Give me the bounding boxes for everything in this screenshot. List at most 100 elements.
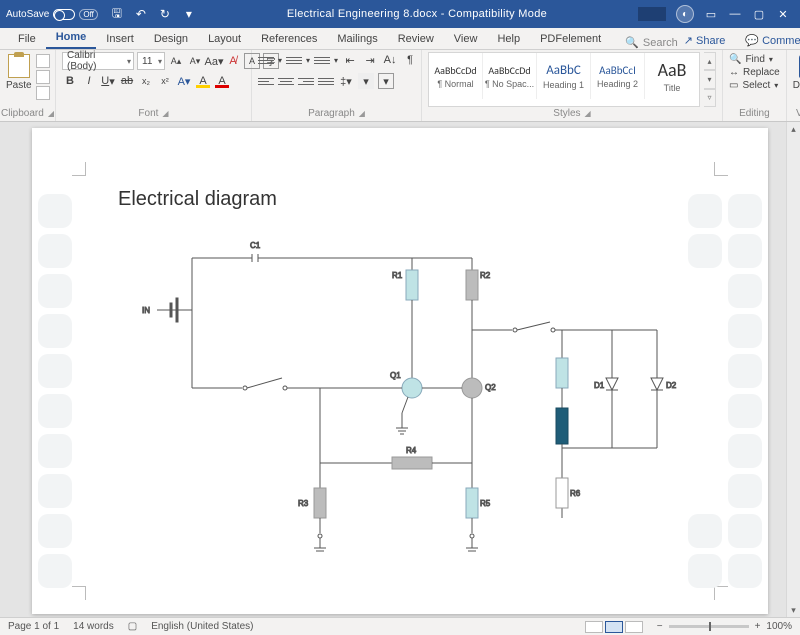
tab-file[interactable]: File xyxy=(8,29,46,49)
zoom-in-icon[interactable]: + xyxy=(755,621,761,632)
align-center-icon[interactable] xyxy=(278,74,294,88)
show-marks-icon[interactable]: ¶ xyxy=(402,52,418,68)
decrease-indent-icon[interactable]: ⇤ xyxy=(342,52,358,68)
dialog-launcher-icon[interactable]: ◢ xyxy=(585,109,591,118)
superscript-button[interactable]: x² xyxy=(157,73,173,89)
subscript-button[interactable]: x₂ xyxy=(138,73,154,89)
underline-button[interactable]: U▾ xyxy=(100,73,116,89)
tab-home[interactable]: Home xyxy=(46,27,97,49)
cut-icon[interactable] xyxy=(36,54,50,68)
scroll-up-icon[interactable]: ▴ xyxy=(787,122,800,136)
dialog-launcher-icon[interactable]: ◢ xyxy=(48,109,54,118)
tab-review[interactable]: Review xyxy=(388,29,444,49)
style-title[interactable]: AaBTitle xyxy=(645,53,699,99)
redo-icon[interactable]: ↻ xyxy=(158,7,172,21)
zoom-out-icon[interactable]: − xyxy=(657,621,663,632)
bold-button[interactable]: B xyxy=(62,73,78,89)
tab-view[interactable]: View xyxy=(444,29,488,49)
sort-icon[interactable]: A↓ xyxy=(382,52,398,68)
status-bar: Page 1 of 1 14 words ▢ English (United S… xyxy=(0,617,800,635)
autosave-toggle[interactable]: AutoSave Off xyxy=(6,9,98,20)
select-button[interactable]: ▭Select▾ xyxy=(729,80,780,91)
font-color-icon[interactable]: A xyxy=(214,73,230,89)
change-case-icon[interactable]: Aa▾ xyxy=(206,53,222,69)
zoom-slider[interactable] xyxy=(669,625,749,628)
font-name-combo[interactable]: Calibri (Body) xyxy=(62,52,134,70)
tab-pdfelement[interactable]: PDFelement xyxy=(530,29,611,49)
maximize-icon[interactable]: ▢ xyxy=(752,7,766,21)
brand-block xyxy=(638,7,666,21)
gallery-scroll[interactable]: ▴▾▿ xyxy=(704,52,716,107)
style-heading-2[interactable]: AaBbCcIHeading 2 xyxy=(591,53,645,99)
find-button[interactable]: 🔍Find▾ xyxy=(729,54,780,65)
diagram-heading: Electrical diagram xyxy=(118,188,277,211)
read-mode-icon[interactable] xyxy=(585,621,603,633)
dictate-button[interactable]: Dictate xyxy=(793,52,800,91)
status-words[interactable]: 14 words xyxy=(73,621,114,632)
svg-text:D2: D2 xyxy=(666,381,677,390)
tab-insert[interactable]: Insert xyxy=(96,29,144,49)
svg-text:R4: R4 xyxy=(406,446,417,455)
undo-icon[interactable]: ↶ xyxy=(134,7,148,21)
copy-icon[interactable] xyxy=(36,70,50,84)
tab-layout[interactable]: Layout xyxy=(198,29,251,49)
style-heading-1[interactable]: AaBbCHeading 1 xyxy=(537,53,591,99)
status-page[interactable]: Page 1 of 1 xyxy=(8,621,59,632)
increase-indent-icon[interactable]: ⇥ xyxy=(362,52,378,68)
dialog-launcher-icon[interactable]: ◢ xyxy=(359,109,365,118)
format-painter-icon[interactable] xyxy=(36,86,50,100)
justify-icon[interactable] xyxy=(318,74,334,88)
tab-help[interactable]: Help xyxy=(487,29,530,49)
print-layout-icon[interactable] xyxy=(605,621,623,633)
style-no-spacing[interactable]: AaBbCcDd¶ No Spac... xyxy=(483,53,537,99)
scroll-down-icon[interactable]: ▾ xyxy=(787,603,800,617)
save-icon[interactable]: 🖫 xyxy=(110,7,124,21)
tab-design[interactable]: Design xyxy=(144,29,198,49)
italic-button[interactable]: I xyxy=(81,73,97,89)
font-size-combo[interactable]: 11 xyxy=(137,52,165,70)
numbering-icon[interactable] xyxy=(286,53,302,67)
tab-mailings[interactable]: Mailings xyxy=(327,29,387,49)
text-effects-icon[interactable]: A▾ xyxy=(176,73,192,89)
document-area[interactable]: Electrical diagram IN C1 R1 xyxy=(0,122,800,617)
select-icon: ▭ xyxy=(729,80,738,91)
vertical-scrollbar[interactable]: ▴ ▾ xyxy=(786,122,800,617)
shading-icon[interactable]: ▾ xyxy=(358,73,374,89)
highlight-icon[interactable]: A xyxy=(195,73,211,89)
style-gallery[interactable]: AaBbCcDd¶ Normal AaBbCcDd¶ No Spac... Aa… xyxy=(428,52,700,107)
align-left-icon[interactable] xyxy=(258,74,274,88)
web-layout-icon[interactable] xyxy=(625,621,643,633)
ribbon-options-icon[interactable]: ▭ xyxy=(704,7,718,21)
group-voice: Dictate Voice xyxy=(787,50,800,121)
group-styles: AaBbCcDd¶ Normal AaBbCcDd¶ No Spac... Aa… xyxy=(422,50,723,121)
dialog-launcher-icon[interactable]: ◢ xyxy=(162,109,168,118)
shrink-font-icon[interactable]: A▾ xyxy=(187,53,203,69)
crop-mark xyxy=(714,162,728,176)
share-button[interactable]: ↗Share xyxy=(678,32,732,49)
line-spacing-icon[interactable]: ‡▾ xyxy=(338,73,354,89)
title-bar: AutoSave Off 🖫 ↶ ↻ ▾ Electrical Engineer… xyxy=(0,0,800,28)
tell-me-search[interactable]: 🔍 Search xyxy=(625,36,678,49)
status-language[interactable]: English (United States) xyxy=(151,621,253,632)
minimize-icon[interactable]: — xyxy=(728,7,742,21)
paste-button[interactable]: Paste xyxy=(6,52,32,91)
strike-button[interactable]: ab xyxy=(119,73,135,89)
comments-button[interactable]: 💬Comments xyxy=(739,32,800,49)
qat-custom-icon[interactable]: ▾ xyxy=(182,7,196,21)
avatar-icon[interactable]: ◐ xyxy=(676,5,694,23)
tab-references[interactable]: References xyxy=(251,29,327,49)
zoom-control[interactable]: − + 100% xyxy=(657,621,792,632)
zoom-value[interactable]: 100% xyxy=(766,621,792,632)
share-icon: ↗ xyxy=(684,34,693,47)
multilevel-icon[interactable] xyxy=(314,53,330,67)
style-normal[interactable]: AaBbCcDd¶ Normal xyxy=(429,53,483,99)
grow-font-icon[interactable]: A▴ xyxy=(168,53,184,69)
replace-button[interactable]: ↔Replace xyxy=(729,67,780,78)
bullets-icon[interactable] xyxy=(258,53,274,67)
align-right-icon[interactable] xyxy=(298,74,314,88)
borders-icon[interactable]: ▾ xyxy=(378,73,394,89)
clear-format-icon[interactable]: A̸ xyxy=(225,53,241,69)
svg-text:R3: R3 xyxy=(298,499,309,508)
close-icon[interactable]: ✕ xyxy=(776,7,790,21)
spellcheck-icon[interactable]: ▢ xyxy=(128,621,137,632)
